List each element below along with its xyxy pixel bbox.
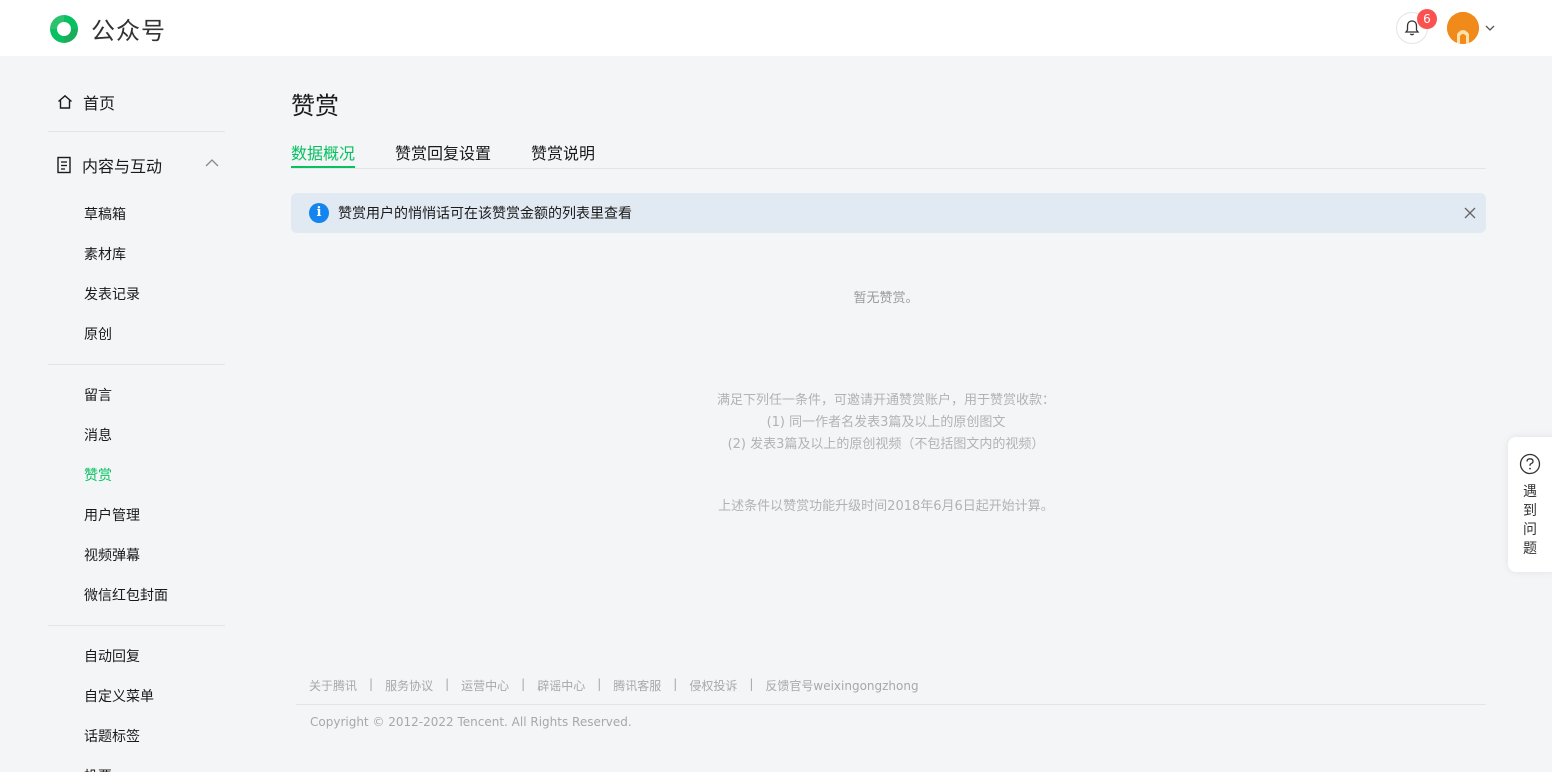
sidebar-item-topic-tags[interactable]: 话题标签 [84,726,140,746]
sidebar-item-reward[interactable]: 赞赏 [84,465,112,485]
notification-badge: 6 [1417,9,1437,29]
info-icon: i [309,203,329,223]
footer-separator: | [369,677,374,691]
help-label: 遇到问题 [1523,484,1537,557]
sidebar-item-auto-reply[interactable]: 自动回复 [84,646,140,666]
top-header: 公众号 6 [0,0,1552,56]
sidebar: 首页 内容与互动 草稿箱 素材库 发表记录 原创 留言 消息 赞赏 用户管理 视… [48,56,225,772]
footer-link-feedback[interactable]: 反馈官号weixingongzhong [765,677,918,694]
tab-reward-reply-settings[interactable]: 赞赏回复设置 [395,140,491,164]
footer-link-rumor[interactable]: 辟谣中心 [537,677,585,694]
app-title: 公众号 [91,17,166,45]
chevron-down-icon[interactable] [1484,22,1496,34]
help-button[interactable]: 遇到问题 [1508,437,1552,572]
footer-separator: | [445,677,450,691]
footer-separator: | [749,677,754,691]
document-icon [57,156,71,174]
sidebar-item-materials[interactable]: 素材库 [84,244,126,264]
logo[interactable]: 公众号 [47,11,166,46]
avatar[interactable] [1447,12,1479,44]
sidebar-group-content[interactable]: 内容与互动 [56,153,220,177]
conditions-intro: 满足下列任一条件，可邀请开通赞赏账户，用于赞赏收款： [716,393,1055,408]
sidebar-item-publish-records[interactable]: 发表记录 [84,284,140,304]
sidebar-item-home[interactable]: 首页 [56,90,115,114]
sidebar-item-video-danmaku[interactable]: 视频弹幕 [84,545,140,565]
home-icon [58,94,72,109]
tab-reward-instructions[interactable]: 赞赏说明 [531,140,595,164]
footer-separator: | [521,677,526,691]
sidebar-group-label: 内容与互动 [82,157,163,176]
wechat-official-logo-icon [50,14,78,43]
footer-link-support[interactable]: 腾讯客服 [613,677,661,694]
condition-item-2: (2) 发表3篇及以上的原创视频（不包括图文内的视频） [727,437,1045,452]
condition-item-1: (1) 同一作者名发表3篇及以上的原创图文 [766,415,1006,430]
sidebar-divider [48,625,225,626]
sidebar-item-drafts[interactable]: 草稿箱 [84,204,126,224]
footer-separator: | [673,677,678,691]
chevron-up-icon[interactable] [204,155,220,171]
footer-links: 关于腾讯 | 服务协议 | 运营中心 | 辟谣中心 | 腾讯客服 | 侵权投诉 … [309,677,919,694]
copyright: Copyright © 2012-2022 Tencent. All Right… [310,715,632,729]
tab-data-overview[interactable]: 数据概况 [291,140,355,164]
sidebar-item-messages[interactable]: 消息 [84,425,112,445]
sidebar-item-vote[interactable]: 投票 [84,766,112,772]
footer-link-terms[interactable]: 服务协议 [385,677,433,694]
page-title: 赞赏 [291,92,339,120]
close-icon[interactable] [1463,206,1477,220]
sidebar-divider [48,364,225,365]
footer-divider [296,704,1486,705]
sidebar-home-label: 首页 [83,94,116,113]
sidebar-item-original[interactable]: 原创 [84,324,112,344]
sidebar-item-custom-menu[interactable]: 自定义菜单 [84,686,154,706]
sidebar-divider [48,131,225,132]
active-tab-indicator [291,166,355,168]
sidebar-item-user-management[interactable]: 用户管理 [84,505,140,525]
footer-link-about[interactable]: 关于腾讯 [309,677,357,694]
tab-bar: 数据概况 赞赏回复设置 赞赏说明 [291,138,1486,169]
footer-separator: | [597,677,602,691]
empty-state-text: 暂无赞赏。 [853,291,919,306]
sidebar-item-comments[interactable]: 留言 [84,385,112,405]
avatar-image-icon [1447,12,1479,44]
footer-link-infringement[interactable]: 侵权投诉 [689,677,737,694]
question-icon [1519,453,1541,475]
conditions-note: 上述条件以赞赏功能升级时间2018年6月6日起开始计算。 [718,499,1054,514]
footer-link-operations[interactable]: 运营中心 [461,677,509,694]
info-notice: i 赞赏用户的悄悄话可在该赞赏金额的列表里查看 [291,193,1486,233]
notice-text: 赞赏用户的悄悄话可在该赞赏金额的列表里查看 [338,206,632,222]
sidebar-item-red-packet-cover[interactable]: 微信红包封面 [84,585,168,605]
